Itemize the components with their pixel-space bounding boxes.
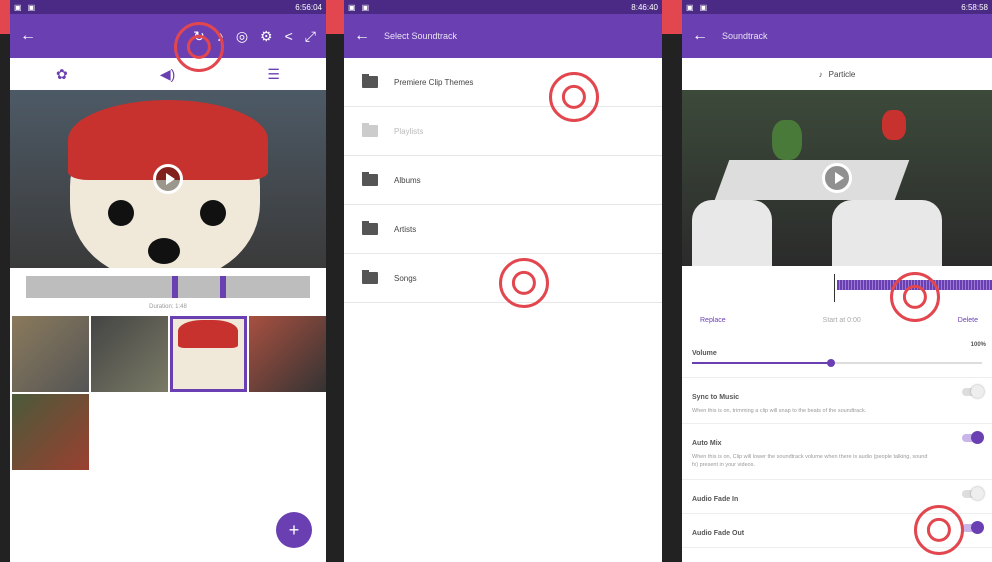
page-title: Select Soundtrack [384,31,458,41]
add-clip-button[interactable]: + [276,512,312,548]
trim-handle-left[interactable] [172,276,178,298]
editor-tabs: ✿ ◀) ☰ [10,58,326,90]
back-arrow-icon[interactable]: ← [354,27,370,45]
app-bar: ← Soundtrack [682,14,992,58]
app-bar: ← Select Soundtrack [344,14,662,58]
folder-list: Premiere Clip Themes Playlists Albums Ar… [344,58,662,303]
app-bar: ← ↻ ♪ ◎ ⚙ < ⤢ [10,14,326,58]
filter-icon[interactable]: ◎ [236,28,248,45]
auto-mix-setting: Auto Mix When this is on, Clip will lowe… [682,424,992,480]
soundtrack-screen: ▣ ▣ 6:58:58 ← Soundtrack ♪ Particle Replac… [682,0,992,562]
notification-icon: ▣ [27,2,36,12]
volume-label: Volume [692,350,717,357]
auto-mix-toggle[interactable] [962,431,984,444]
music-note-icon[interactable]: ♪ [217,28,224,45]
clip-thumbnail[interactable] [12,394,89,470]
replace-button[interactable]: Replace [700,317,726,324]
video-preview[interactable] [10,90,326,268]
tab-settings-icon[interactable]: ✿ [56,66,68,83]
page-title: Soundtrack [722,31,768,41]
trim-bar[interactable] [10,268,326,298]
status-bar: ▣ ▣ 8:46:40 [344,0,662,14]
clip-thumbnails [10,316,326,470]
folder-item[interactable]: Albums [344,156,662,205]
back-arrow-icon[interactable]: ← [692,27,708,45]
share-icon[interactable]: < [285,28,293,45]
audio-fade-in-toggle[interactable] [962,487,984,500]
playhead [834,274,835,302]
plant [772,120,802,160]
track-actions: Replace Start at 0:00 Delete [682,306,992,334]
status-time: 6:56:04 [295,2,322,12]
audio-fade-in-setting: Audio Fade In [682,480,992,514]
track-title: ♪ Particle [818,69,856,79]
chair [832,200,942,266]
folder-icon [362,221,378,235]
table [714,160,910,200]
notification-icon: ▣ [14,2,22,12]
clip-thumbnail[interactable] [91,316,168,392]
expand-icon[interactable]: ⤢ [305,28,316,45]
clip-thumbnail[interactable] [249,316,326,392]
tab-volume-icon[interactable]: ◀) [160,66,175,83]
sync-to-music-setting: Sync to Music When this is on, trimming … [682,378,992,424]
music-note-icon: ♪ [818,69,823,79]
volume-slider-fill [692,362,832,364]
clip-thumbnail[interactable] [12,316,89,392]
folder-icon [362,172,378,186]
volume-slider-knob[interactable] [827,359,836,367]
audio-fade-out-setting: Audio Fade Out [682,514,992,548]
trim-handle-right[interactable] [220,276,226,298]
status-bar: ▣ ▣ 6:56:04 [10,0,326,14]
clip-editor-screen: ▣ ▣ 6:56:04 ← ↻ ♪ ◎ ⚙ < ⤢ ✿ ◀) ☰ Duration… [10,0,326,562]
volume-setting: Volume 100% [682,334,992,378]
folder-item[interactable]: Artists [344,205,662,254]
sync-to-music-toggle[interactable] [962,385,984,398]
folder-icon [362,270,378,284]
delete-button[interactable]: Delete [958,317,978,324]
video-preview[interactable] [682,90,992,266]
tab-menu-icon[interactable]: ☰ [267,66,280,83]
rotate-icon[interactable]: ↻ [193,28,205,45]
play-button[interactable] [153,164,183,194]
audio-waveform[interactable] [682,266,992,306]
folder-icon [362,123,378,137]
status-time: 6:58:58 [961,2,988,12]
clip-thumbnail-selected[interactable] [170,316,247,392]
chair [692,200,772,266]
play-button[interactable] [822,163,852,193]
status-time: 8:46:40 [631,2,658,12]
folder-item[interactable]: Premiere Clip Themes [344,58,662,107]
audio-fade-out-toggle[interactable] [962,521,984,534]
folder-item: Playlists [344,107,662,156]
folder-icon [362,74,378,88]
select-soundtrack-screen: ▣ ▣ 8:46:40 ← Select Soundtrack Premiere … [344,0,662,562]
back-arrow-icon[interactable]: ← [20,27,36,45]
folder-item[interactable]: Songs [344,254,662,303]
gear-icon[interactable]: ⚙ [260,28,273,45]
volume-value: 100% [970,342,986,348]
start-at-label: Start at 0:00 [822,316,861,324]
duration-label: Duration: 1:48 [149,304,187,310]
volume-slider[interactable] [692,359,982,367]
status-bar: ▣ ▣ 6:58:58 [682,0,992,14]
